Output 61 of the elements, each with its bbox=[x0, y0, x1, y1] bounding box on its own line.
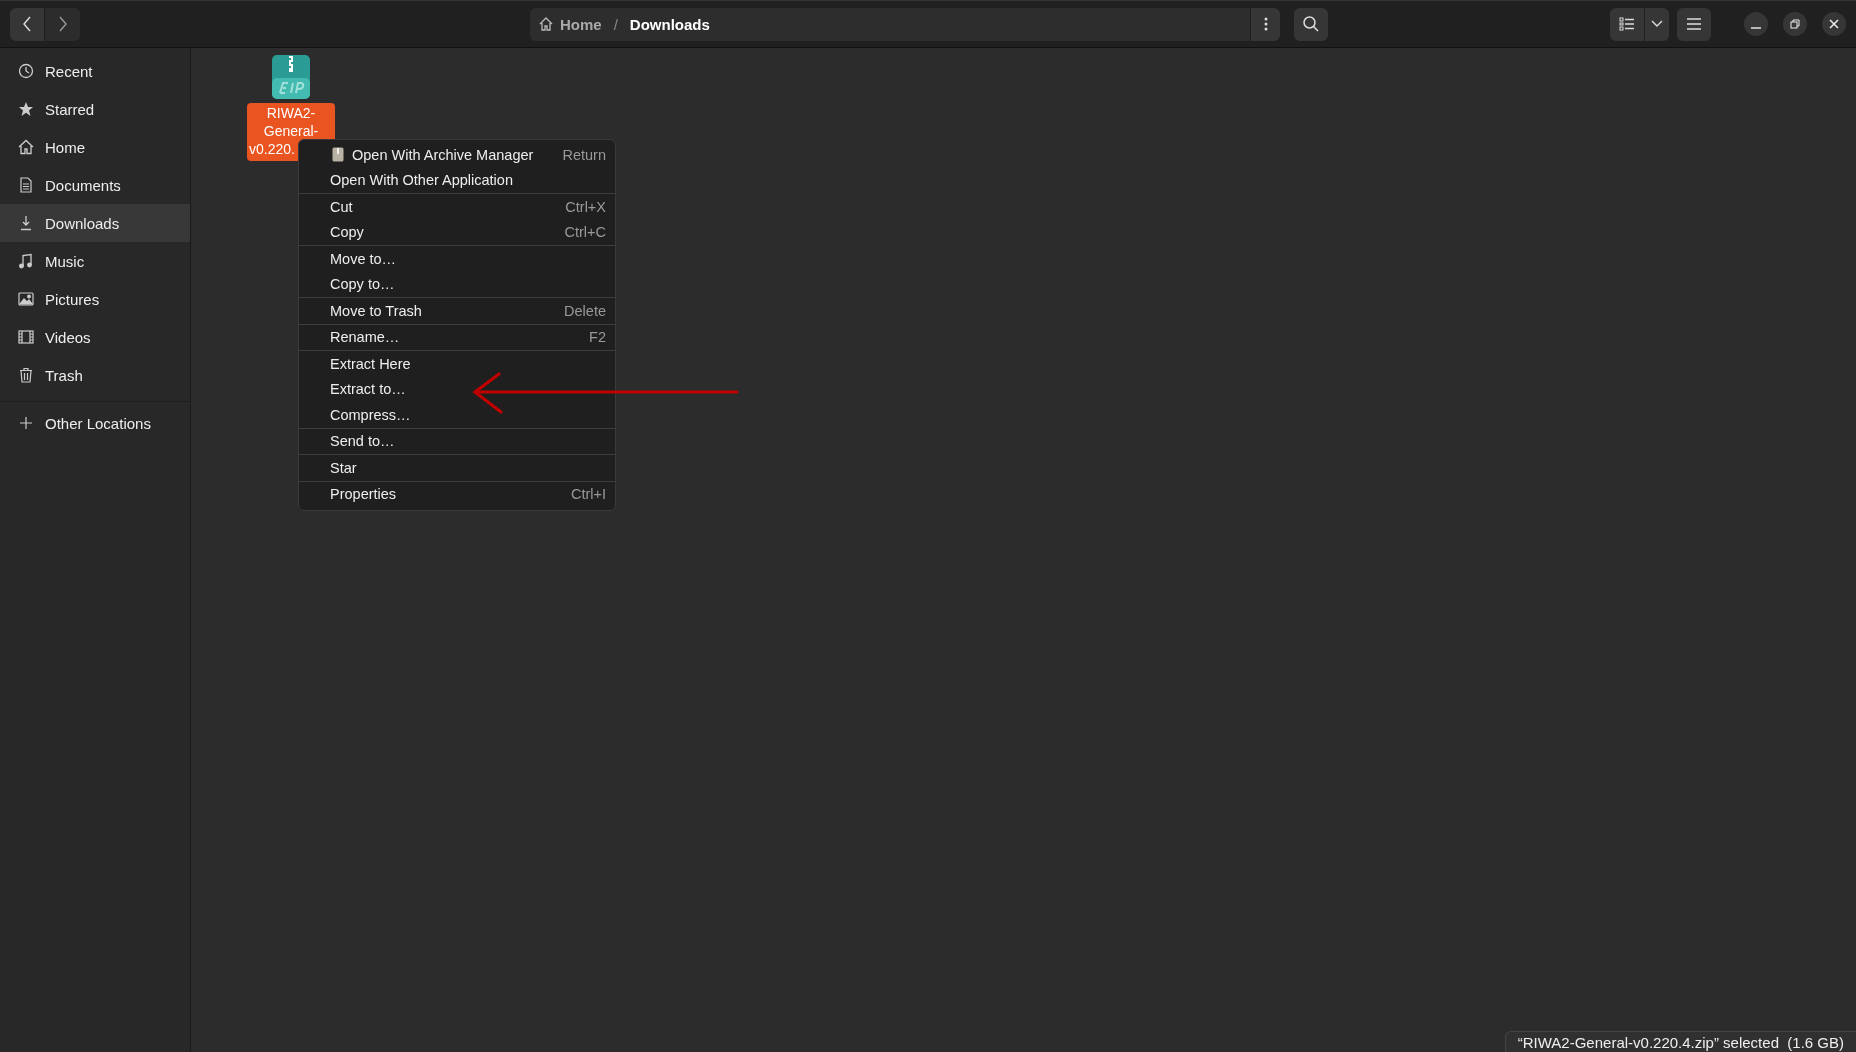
menu-item[interactable]: Star bbox=[299, 455, 615, 481]
plus-icon bbox=[18, 415, 34, 431]
path-bar[interactable]: Home / Downloads bbox=[530, 7, 1250, 41]
menu-item[interactable]: Move to… bbox=[299, 246, 615, 272]
close-button[interactable] bbox=[1822, 12, 1846, 36]
restore-button[interactable] bbox=[1783, 12, 1807, 36]
minimize-button[interactable] bbox=[1744, 12, 1768, 36]
menu-item[interactable]: Send to… bbox=[299, 428, 615, 454]
sidebar-item[interactable]: Downloads bbox=[0, 204, 190, 242]
sidebar-item[interactable]: Music bbox=[0, 242, 190, 280]
minimize-icon bbox=[1751, 27, 1761, 29]
sidebar-item[interactable]: Trash bbox=[0, 356, 190, 394]
forward-icon bbox=[57, 16, 68, 32]
list-view-button[interactable] bbox=[1610, 7, 1645, 41]
search-button[interactable] bbox=[1294, 7, 1328, 41]
music-icon bbox=[18, 253, 34, 269]
menu-item[interactable]: Cut Ctrl+X bbox=[299, 194, 615, 220]
menu-item[interactable]: Compress… bbox=[299, 402, 615, 428]
sidebar-item[interactable]: Pictures bbox=[0, 280, 190, 318]
menu-item[interactable]: Copy to… bbox=[299, 271, 615, 297]
sidebar-item[interactable]: Other Locations bbox=[0, 404, 190, 442]
menu-item[interactable]: Rename… F2 bbox=[299, 324, 615, 350]
clock-icon bbox=[18, 63, 34, 79]
list-icon bbox=[1619, 17, 1635, 31]
back-button[interactable] bbox=[10, 7, 45, 41]
menu-item[interactable]: Extract Here bbox=[299, 351, 615, 377]
home-icon bbox=[538, 16, 554, 32]
sidebar-item[interactable]: Home bbox=[0, 128, 190, 166]
menu-item[interactable]: Copy Ctrl+C bbox=[299, 219, 615, 245]
menu-icon bbox=[1687, 18, 1701, 30]
more-icon bbox=[1263, 17, 1268, 31]
menu-item[interactable]: Move to Trash Delete bbox=[299, 298, 615, 324]
film-icon bbox=[18, 329, 34, 345]
menu-item[interactable]: Extract to… bbox=[299, 376, 615, 402]
path-crumb[interactable]: Home bbox=[560, 15, 602, 33]
path-crumb[interactable]: Downloads bbox=[629, 15, 710, 33]
zip-file-icon[interactable] bbox=[271, 54, 311, 100]
sidebar-item[interactable]: Starred bbox=[0, 90, 190, 128]
sidebar-item[interactable]: Videos bbox=[0, 318, 190, 356]
status-bar: “RIWA2-General-v0.220.4.zip” selected (1.6 GB) bbox=[1504, 1031, 1856, 1052]
path-menu-button[interactable] bbox=[1250, 7, 1280, 41]
star-icon bbox=[18, 101, 34, 117]
doc-icon bbox=[18, 177, 34, 193]
view-options-button[interactable] bbox=[1645, 7, 1669, 41]
archive-icon bbox=[332, 147, 344, 162]
home-icon bbox=[18, 139, 34, 155]
trash-icon bbox=[18, 367, 34, 383]
sidebar-item[interactable]: Recent bbox=[0, 52, 190, 90]
close-icon bbox=[1829, 19, 1839, 29]
back-icon bbox=[22, 16, 32, 32]
sidebar-item[interactable]: Documents bbox=[0, 166, 190, 204]
forward-button[interactable] bbox=[45, 7, 80, 41]
search-icon bbox=[1302, 15, 1320, 33]
chevron-down-icon bbox=[1651, 20, 1663, 28]
menu-item[interactable]: Open With Other Application bbox=[299, 167, 615, 193]
download-icon bbox=[18, 215, 34, 231]
restore-icon bbox=[1790, 19, 1800, 29]
pictures-icon bbox=[18, 291, 34, 307]
menu-item[interactable]: Properties Ctrl+I bbox=[299, 481, 615, 507]
path-separator: / bbox=[613, 15, 618, 33]
menu-button[interactable] bbox=[1677, 7, 1711, 41]
